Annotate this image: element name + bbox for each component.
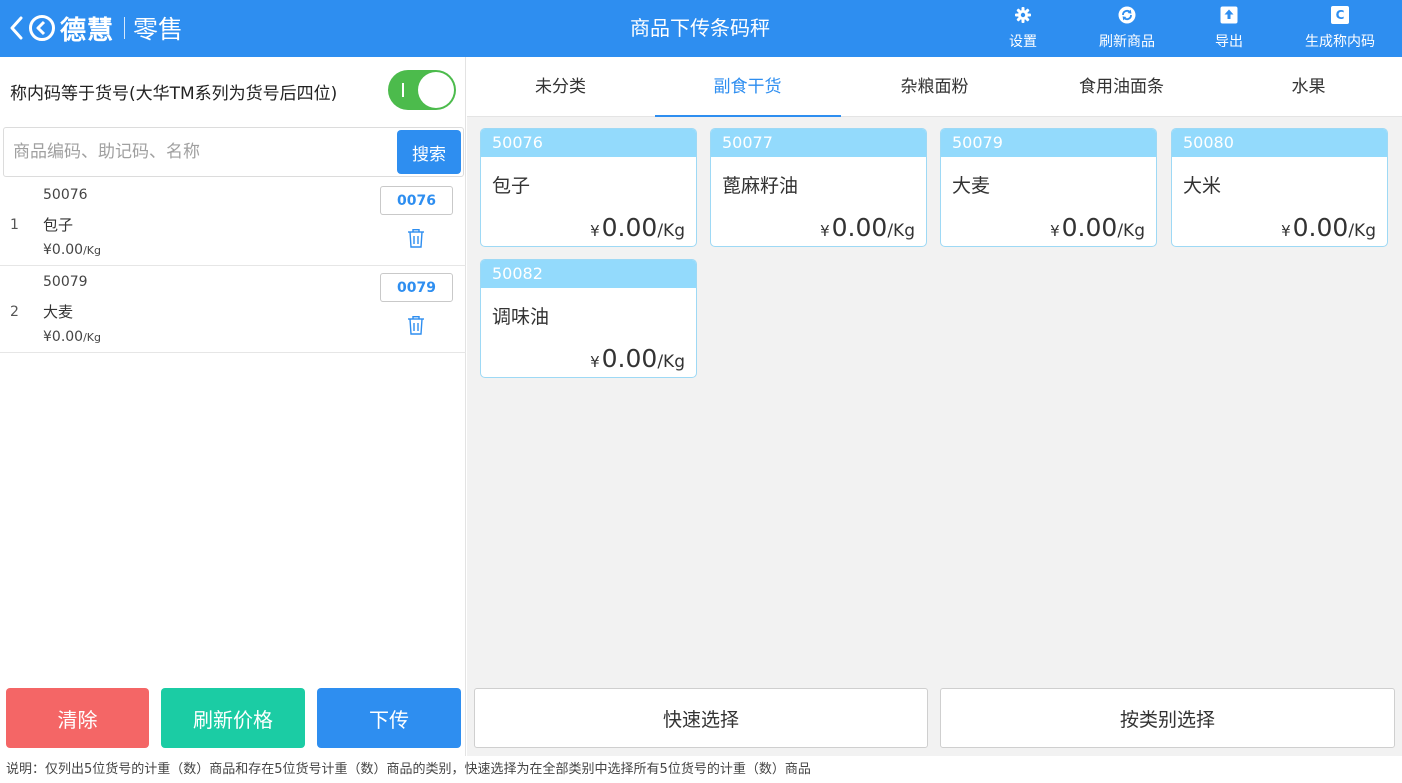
tab-oil-noodles[interactable]: 食用油面条 (1028, 57, 1215, 117)
brand-divider (124, 17, 126, 39)
settings-label: 设置 (1009, 34, 1037, 50)
product-price: ¥0.00/Kg (1281, 213, 1376, 242)
select-by-category-button[interactable]: 按类别选择 (940, 688, 1395, 748)
product-panel: 未分类 副食干货 杂粮面粉 食用油面条 水果 50076 包子 ¥0.00/Kg… (467, 57, 1402, 783)
tab-fruit[interactable]: 水果 (1215, 57, 1402, 117)
product-name: 大麦 (952, 175, 991, 197)
product-price-value: 0.00 (1061, 213, 1118, 242)
selected-item-name: 包子 (43, 216, 74, 234)
product-price-value: 0.00 (601, 213, 658, 242)
plu-equals-sku-row: 称内码等于货号(大华TM系列为货号后四位) (0, 57, 466, 125)
product-price: ¥0.00/Kg (820, 213, 915, 242)
product-currency: ¥ (1281, 222, 1291, 240)
tab-uncategorized[interactable]: 未分类 (467, 57, 654, 117)
generate-code-icon-letter: C (1335, 8, 1345, 22)
clear-button[interactable]: 清除 (6, 688, 149, 748)
product-name: 包子 (492, 175, 531, 197)
selected-item-code: 50076 (43, 187, 88, 203)
app-header: 德慧 零售 商品下传条码秤 设置 刷新商品 导出 C 生成称内码 (0, 0, 1402, 57)
product-code: 50082 (481, 260, 696, 288)
search-bar: 搜索 (3, 127, 464, 177)
product-price: ¥0.00/Kg (590, 213, 685, 242)
selected-item-price-unit: /Kg (83, 331, 101, 344)
product-card[interactable]: 50076 包子 ¥0.00/Kg (480, 128, 697, 247)
product-code: 50080 (1172, 129, 1387, 157)
back-chevron-icon[interactable] (6, 8, 26, 48)
category-tabs: 未分类 副食干货 杂粮面粉 食用油面条 水果 (467, 57, 1402, 117)
plu-code-field[interactable]: 0079 (380, 273, 453, 302)
selected-item-price: ¥0.00/Kg (43, 329, 101, 345)
refresh-products-button[interactable]: 刷新商品 (1095, 4, 1159, 54)
footer-note: 说明：仅列出5位货号的计重（数）商品和存在5位货号计重（数）商品的类别，快速选择… (0, 756, 1402, 783)
product-name: 蓖麻籽油 (722, 175, 799, 197)
settings-button[interactable]: 设置 (1005, 4, 1041, 54)
product-currency: ¥ (590, 222, 600, 240)
generate-code-button[interactable]: C 生成称内码 (1300, 4, 1380, 54)
toggle-on-indicator (402, 83, 404, 97)
product-price-unit: /Kg (887, 221, 915, 241)
product-currency: ¥ (820, 222, 830, 240)
page-title: 商品下传条码秤 (630, 16, 770, 40)
selected-item-price-value: ¥0.00 (43, 329, 84, 345)
refresh-icon (1118, 6, 1136, 24)
brand: 德慧 零售 (6, 8, 183, 48)
selected-item-name: 大麦 (43, 303, 74, 321)
generate-code-label: 生成称内码 (1305, 34, 1375, 50)
selected-item-index: 2 (10, 304, 19, 320)
plu-code-field[interactable]: 0076 (380, 186, 453, 215)
product-price-value: 0.00 (1292, 213, 1349, 242)
gear-icon (1014, 6, 1032, 24)
tab-grains-flour[interactable]: 杂粮面粉 (841, 57, 1028, 117)
product-card[interactable]: 50080 大米 ¥0.00/Kg (1171, 128, 1388, 247)
product-name: 调味油 (492, 306, 550, 328)
product-price-unit: /Kg (657, 352, 685, 372)
product-price: ¥0.00/Kg (590, 344, 685, 373)
tab-non-staple-dry-goods[interactable]: 副食干货 (654, 57, 841, 117)
product-code: 50077 (711, 129, 926, 157)
plu-equals-sku-label: 称内码等于货号(大华TM系列为货号后四位) (10, 84, 338, 104)
selected-item-price-unit: /Kg (83, 244, 101, 257)
toggle-knob (418, 72, 454, 108)
product-card[interactable]: 50077 蓖麻籽油 ¥0.00/Kg (710, 128, 927, 247)
export-icon (1220, 6, 1238, 24)
search-button[interactable]: 搜索 (397, 130, 461, 174)
selected-panel: 称内码等于货号(大华TM系列为货号后四位) 搜索 1 50076 包子 ¥0.0… (0, 57, 466, 783)
delete-icon[interactable] (407, 315, 425, 335)
product-price-unit: /Kg (1117, 221, 1145, 241)
refresh-price-button[interactable]: 刷新价格 (161, 688, 305, 748)
product-code: 50076 (481, 129, 696, 157)
logo-icon (28, 14, 56, 42)
product-code: 50079 (941, 129, 1156, 157)
selected-item-price: ¥0.00/Kg (43, 242, 101, 258)
generate-code-icon: C (1331, 6, 1349, 24)
brand-module: 零售 (133, 15, 184, 44)
brand-name: 德慧 (60, 15, 115, 46)
product-name: 大米 (1183, 175, 1222, 197)
product-currency: ¥ (1050, 222, 1060, 240)
export-button[interactable]: 导出 (1212, 4, 1246, 54)
search-input[interactable] (4, 128, 394, 176)
product-card[interactable]: 50082 调味油 ¥0.00/Kg (480, 259, 697, 378)
refresh-products-label: 刷新商品 (1099, 34, 1155, 50)
selected-item-row[interactable]: 2 50079 大麦 ¥0.00/Kg 0079 (0, 266, 466, 353)
selected-item-code: 50079 (43, 274, 88, 290)
product-price-value: 0.00 (831, 213, 888, 242)
product-price: ¥0.00/Kg (1050, 213, 1145, 242)
delete-icon[interactable] (407, 228, 425, 248)
product-card[interactable]: 50079 大麦 ¥0.00/Kg (940, 128, 1157, 247)
selected-item-price-value: ¥0.00 (43, 242, 84, 258)
product-price-value: 0.00 (601, 344, 658, 373)
product-price-unit: /Kg (657, 221, 685, 241)
selected-item-index: 1 (10, 217, 19, 233)
selected-item-row[interactable]: 1 50076 包子 ¥0.00/Kg 0076 (0, 179, 466, 266)
product-price-unit: /Kg (1348, 221, 1376, 241)
export-label: 导出 (1215, 34, 1243, 50)
quick-select-button[interactable]: 快速选择 (474, 688, 928, 748)
upload-button[interactable]: 下传 (317, 688, 461, 748)
plu-equals-sku-toggle[interactable] (388, 70, 456, 110)
product-currency: ¥ (590, 353, 600, 371)
